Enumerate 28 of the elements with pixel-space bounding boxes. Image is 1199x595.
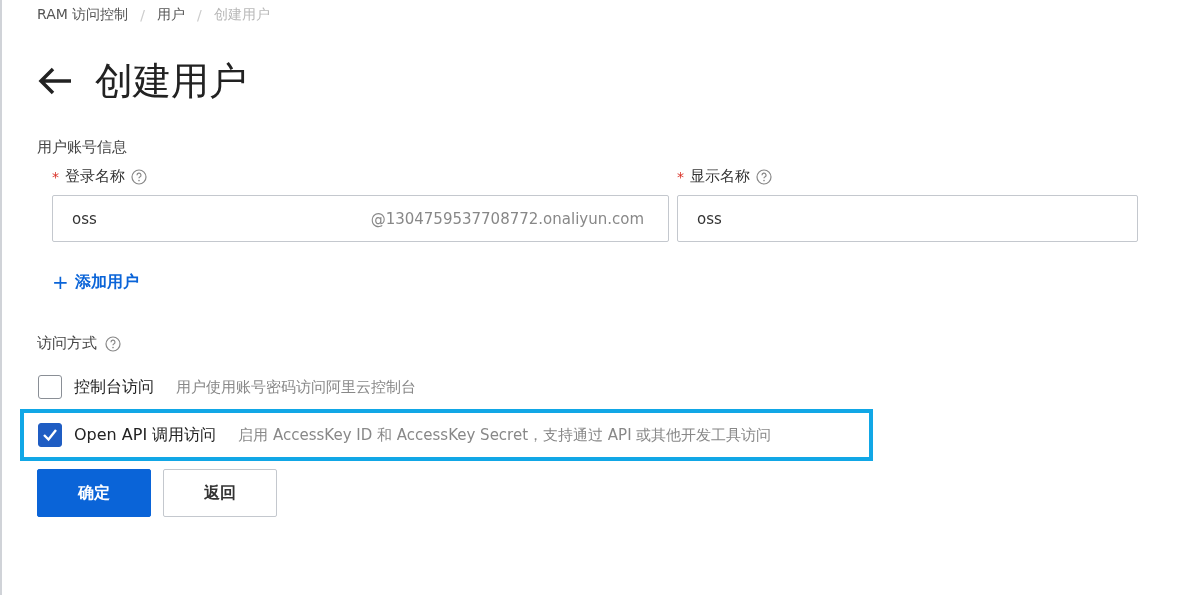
option-description: 启用 AccessKey ID 和 AccessKey Secret，支持通过 API 或其他开发工具访问 xyxy=(238,425,772,445)
breadcrumb-separator: / xyxy=(197,7,202,23)
back-button[interactable]: 返回 xyxy=(163,469,277,517)
text-input[interactable]: oss @1304759537708772.onaliyun.com xyxy=(52,195,669,242)
text-input[interactable]: oss xyxy=(677,195,1138,242)
check-icon xyxy=(42,428,58,442)
breadcrumb-separator: / xyxy=(140,7,145,23)
breadcrumb-item[interactable]: 用户 xyxy=(157,6,185,24)
checkbox[interactable] xyxy=(38,423,62,447)
add-user-link[interactable]: + 添加用户 xyxy=(52,270,139,294)
required-mark: * xyxy=(52,168,59,185)
help-icon[interactable] xyxy=(105,335,121,352)
page-title: 创建用户 xyxy=(95,57,247,105)
required-mark: * xyxy=(677,168,684,185)
field-label: 显示名称 xyxy=(690,167,750,186)
breadcrumb-item[interactable]: RAM 访问控制 xyxy=(37,6,129,24)
help-icon[interactable] xyxy=(131,168,147,185)
breadcrumb-item: 创建用户 xyxy=(213,6,270,24)
checkbox-label[interactable]: Open API 调用访问 xyxy=(74,424,217,446)
checkbox-label[interactable]: 控制台访问 xyxy=(74,376,154,398)
section-heading: 用户账号信息 xyxy=(37,138,127,157)
option-description: 用户使用账号密码访问阿里云控制台 xyxy=(176,377,416,397)
field-label: 登录名称 xyxy=(65,167,125,186)
help-icon[interactable] xyxy=(756,168,772,185)
back-arrow-icon[interactable] xyxy=(37,66,73,96)
checkbox[interactable] xyxy=(38,375,62,399)
section-heading: 访问方式 xyxy=(37,334,97,353)
confirm-button[interactable]: 确定 xyxy=(37,469,151,517)
